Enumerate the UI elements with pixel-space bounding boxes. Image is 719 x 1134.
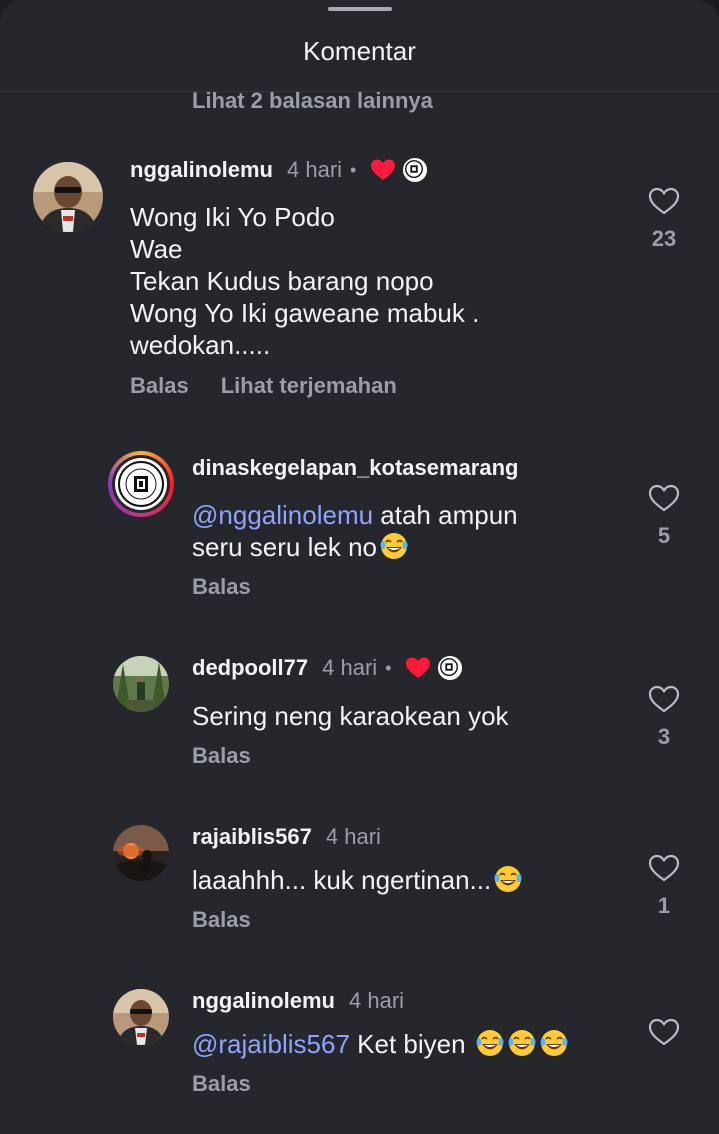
avatar[interactable] [113, 825, 169, 881]
timestamp: 4 hari [287, 157, 343, 182]
username[interactable]: rajaiblis567 [192, 824, 312, 850]
like-count: 5 [657, 523, 671, 548]
comment-text: laaahhh... kuk ngertinan... [192, 864, 523, 896]
see-translation-button[interactable]: Lihat terjemahan [221, 373, 397, 399]
comment-meta: rajaiblis567 4 hari [192, 824, 381, 850]
creator-liked-heart-icon [370, 158, 396, 182]
comment-text: @rajaiblis567 Ket biyen [192, 1028, 569, 1060]
like-control [644, 1017, 684, 1047]
username[interactable]: dedpooll77 [192, 655, 308, 681]
person-sunglasses-avatar-icon [33, 162, 103, 232]
creator-liked-heart-icon [405, 656, 431, 680]
comment-text: @nggalinolemu atah ampun seru seru lek n… [192, 499, 518, 563]
avatar[interactable] [33, 162, 103, 232]
laughing-tears-emoji-icon [507, 1028, 537, 1058]
avatar[interactable] [113, 656, 169, 712]
like-heart-icon[interactable] [648, 1017, 680, 1047]
comment-text: Wong Iki Yo Podo Wae Tekan Kudus barang … [130, 202, 480, 360]
person-sunglasses-avatar-icon [113, 989, 169, 1045]
like-heart-icon[interactable] [648, 483, 680, 513]
like-count: 23 [651, 226, 677, 251]
like-heart-icon[interactable] [648, 853, 680, 883]
comment-actions: Balas Lihat terjemahan [130, 373, 397, 399]
comment-meta: dedpooll77 4 hari • [192, 655, 464, 681]
comment-text: Sering neng karaokean yok [192, 701, 509, 731]
username[interactable]: dinaskegelapan_kotasemarang [192, 455, 518, 481]
laughing-tears-emoji-icon [493, 864, 523, 894]
reply-text: laaahhh... kuk ngertinan... [192, 865, 492, 895]
comment-meta: nggalinolemu 4 hari [192, 988, 404, 1014]
like-count: 3 [657, 724, 671, 749]
sheet-title: Komentar [303, 36, 416, 66]
reply-button[interactable]: Balas [130, 373, 189, 399]
forest-person-avatar-icon [113, 656, 169, 712]
comment-actions: Balas [192, 574, 251, 600]
comment-meta: dinaskegelapan_kotasemarang [192, 455, 518, 481]
like-control: 1 [644, 853, 684, 919]
like-control: 23 [644, 186, 684, 252]
like-heart-icon[interactable] [648, 684, 680, 714]
comment-actions: Balas [192, 907, 251, 933]
username[interactable]: nggalinolemu [130, 157, 273, 183]
sunset-silhouette-avatar-icon [113, 825, 169, 881]
creator-avatar-badge-icon [402, 157, 429, 183]
reply-button[interactable]: Balas [192, 574, 251, 600]
like-control: 3 [644, 684, 684, 750]
reply-button[interactable]: Balas [192, 1071, 251, 1097]
comments-sheet: Komentar Lihat 2 balasan lainnya nggalin… [0, 0, 719, 1134]
reply-text: Ket biyen [349, 1029, 473, 1059]
drag-handle[interactable] [328, 7, 392, 11]
mention-link[interactable]: @nggalinolemu [192, 500, 373, 530]
laughing-tears-emoji-icon [539, 1028, 569, 1058]
laughing-tears-emoji-icon [475, 1028, 505, 1058]
like-count: 1 [657, 893, 671, 918]
reply-button[interactable]: Balas [192, 743, 251, 769]
username[interactable]: nggalinolemu [192, 988, 335, 1014]
reply-button[interactable]: Balas [192, 907, 251, 933]
like-heart-icon[interactable] [648, 186, 680, 216]
comment-actions: Balas [192, 743, 251, 769]
separator-dot: • [385, 657, 392, 678]
avatar[interactable] [113, 989, 169, 1045]
timestamp: 4 hari [349, 988, 405, 1013]
separator-dot: • [350, 159, 357, 180]
laughing-tears-emoji-icon [379, 531, 409, 561]
avatar[interactable] [108, 451, 174, 517]
creator-avatar-badge-icon [437, 655, 464, 681]
mention-link[interactable]: @rajaiblis567 [192, 1029, 350, 1059]
timestamp: 4 hari [325, 824, 381, 849]
view-more-replies-link[interactable]: Lihat 2 balasan lainnya [192, 88, 433, 114]
timestamp: 4 hari [322, 655, 378, 680]
comment-meta: nggalinolemu 4 hari • [130, 157, 429, 183]
like-control: 5 [644, 483, 684, 549]
comment-actions: Balas [192, 1071, 251, 1097]
city-seal-avatar-icon [115, 458, 167, 510]
